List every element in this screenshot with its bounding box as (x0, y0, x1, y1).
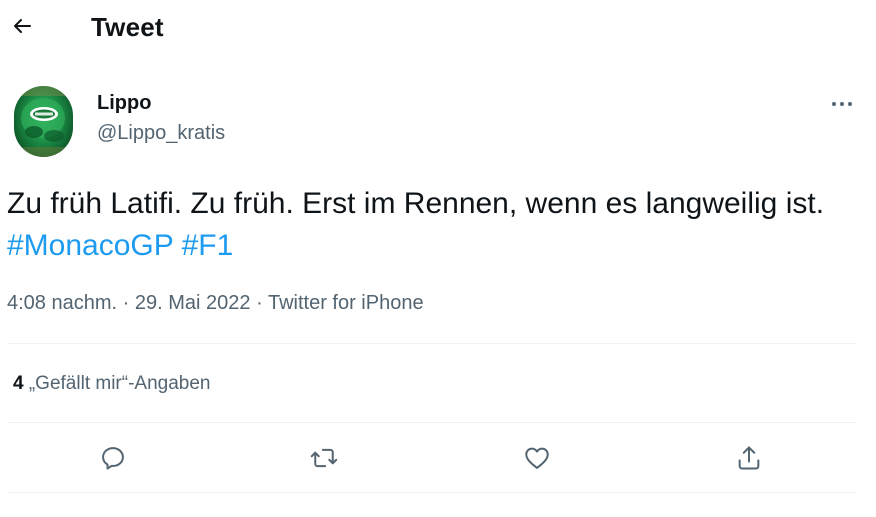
divider (7, 492, 856, 493)
tweet-source[interactable]: Twitter for iPhone (268, 292, 424, 314)
retweet-icon (310, 448, 338, 468)
meta-separator: · (122, 292, 130, 314)
more-options-button[interactable] (822, 90, 862, 118)
back-button[interactable] (4, 8, 40, 44)
reply-icon (102, 447, 124, 470)
reply-button[interactable] (95, 440, 131, 476)
meta-separator: · (256, 292, 263, 314)
likes-label: „Gefällt mir“-Angaben (28, 373, 211, 394)
divider (7, 343, 856, 344)
likes-count: 4 (13, 373, 24, 394)
share-button[interactable] (731, 440, 767, 476)
arrow-left-icon (14, 19, 31, 33)
avatar[interactable] (14, 86, 73, 157)
divider (7, 422, 856, 423)
share-icon (738, 446, 760, 470)
tweet-date[interactable]: 29. Mai 2022 (135, 292, 251, 314)
top-bar: Tweet (0, 0, 876, 56)
page-title: Tweet (91, 12, 164, 42)
heart-icon (525, 447, 549, 469)
tweet-time[interactable]: 4:08 nachm. (7, 292, 117, 314)
tweet-body: Zu früh Latifi. Zu früh. Erst im Rennen,… (7, 187, 825, 220)
tweet-meta: 4:08 nachm. · 29. Mai 2022 · Twitter for… (7, 292, 424, 315)
tweet-text: Zu früh Latifi. Zu früh. Erst im Rennen,… (7, 183, 867, 267)
author-handle[interactable]: @Lippo_kratis (97, 122, 225, 145)
more-horizontal-icon (832, 102, 852, 106)
author-display-name[interactable]: Lippo (97, 92, 151, 115)
hashtag-monacogp[interactable]: #MonacoGP (7, 229, 173, 262)
hashtag-f1[interactable]: #F1 (182, 229, 234, 262)
retweet-button[interactable] (306, 440, 342, 476)
like-button[interactable] (519, 440, 555, 476)
likes-link[interactable]: 4 „Gefällt mir“-Angaben (13, 373, 210, 395)
jets-helmet-avatar (14, 86, 73, 157)
